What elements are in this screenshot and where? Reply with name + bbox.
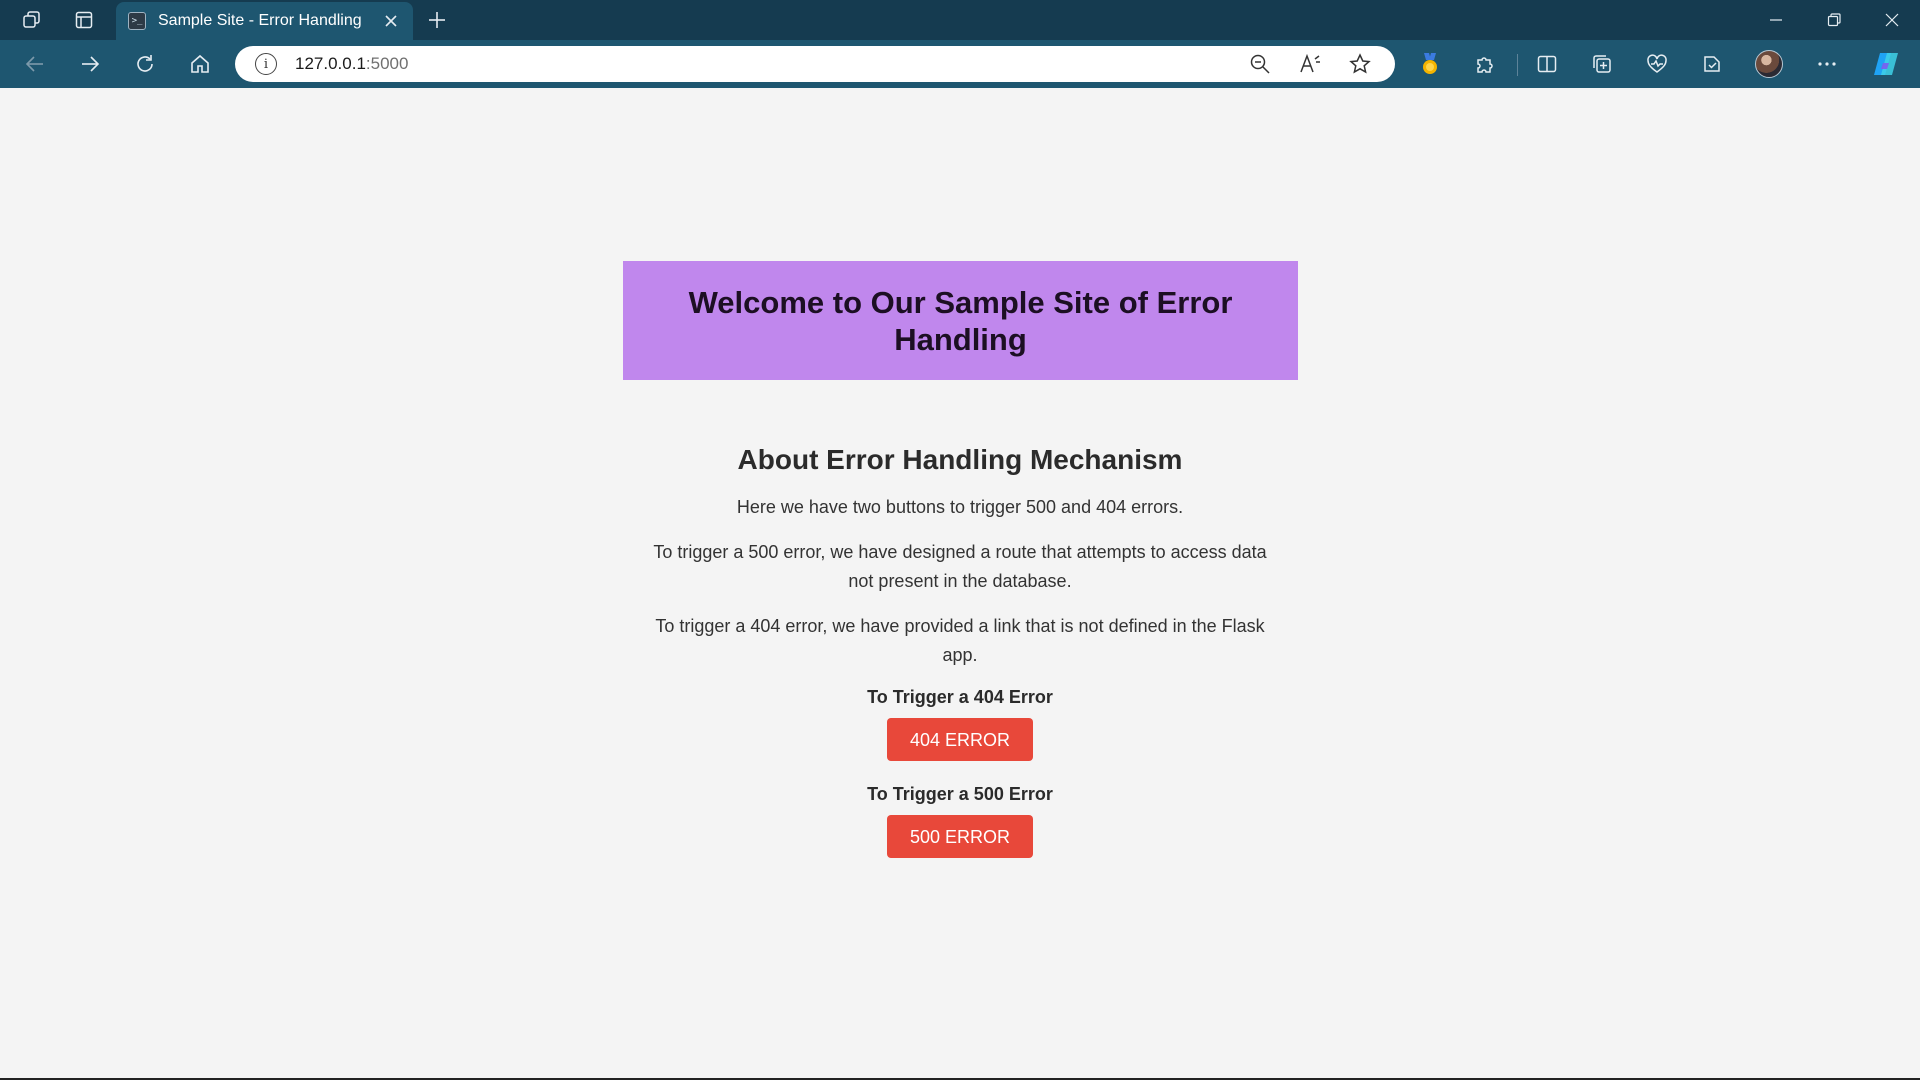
info-icon[interactable]: i xyxy=(255,53,277,75)
more-dots-icon xyxy=(1818,62,1836,66)
collections-icon xyxy=(1593,55,1611,73)
error-404-button[interactable]: 404 ERROR xyxy=(887,718,1033,761)
more-button[interactable] xyxy=(1805,44,1849,84)
avatar xyxy=(1755,50,1783,78)
trigger-404-label: To Trigger a 404 Error xyxy=(867,687,1053,707)
workspaces-icon[interactable] xyxy=(4,0,60,40)
terminal-favicon-icon: >_ xyxy=(128,12,146,30)
plus-icon xyxy=(429,12,445,28)
zoom-out-icon[interactable] xyxy=(1235,46,1285,82)
home-button[interactable] xyxy=(180,44,220,84)
heart-pulse-icon xyxy=(1647,54,1667,73)
url-port: :5000 xyxy=(365,54,409,73)
about-section: About Error Handling Mechanism Here we h… xyxy=(640,443,1280,880)
page-content: Welcome to Our Sample Site of Error Hand… xyxy=(0,88,1920,1078)
collections-button[interactable] xyxy=(1580,44,1624,84)
medal-icon xyxy=(1423,53,1437,74)
rewards-button[interactable] xyxy=(1408,44,1452,84)
home-icon xyxy=(191,54,209,73)
section-title: About Error Handling Mechanism xyxy=(737,444,1183,475)
tab-active[interactable]: >_ Sample Site - Error Handling xyxy=(116,2,413,40)
close-icon[interactable] xyxy=(379,9,403,33)
forward-arrow-icon xyxy=(82,56,100,72)
back-arrow-icon xyxy=(25,56,43,72)
profile-button[interactable] xyxy=(1747,44,1791,84)
split-screen-button[interactable] xyxy=(1525,44,1569,84)
split-screen-icon xyxy=(1537,55,1557,73)
minimize-icon xyxy=(1770,19,1782,21)
browser-toolbar: i 127.0.0.1:5000 xyxy=(0,40,1920,88)
new-tab-button[interactable] xyxy=(420,4,454,36)
error-500-description: To trigger a 500 error, we have designed… xyxy=(653,542,1267,591)
refresh-icon xyxy=(137,55,153,72)
url-host: 127.0.0.1 xyxy=(295,54,366,73)
shield-check-icon xyxy=(1704,56,1720,72)
tab-title: Sample Site - Error Handling xyxy=(158,12,362,29)
back-button[interactable] xyxy=(15,44,55,84)
trigger-500-label: To Trigger a 500 Error xyxy=(867,784,1053,804)
address-bar-actions xyxy=(1235,46,1385,82)
extensions-button[interactable] xyxy=(1463,44,1507,84)
close-window-icon xyxy=(1885,13,1899,27)
puzzle-icon xyxy=(1477,57,1493,73)
page-title: Welcome to Our Sample Site of Error Hand… xyxy=(688,284,1233,357)
restore-icon xyxy=(1827,13,1841,27)
star-icon[interactable] xyxy=(1335,46,1385,82)
tab-actions-icon[interactable] xyxy=(56,0,112,40)
minimize-button[interactable] xyxy=(1748,0,1804,40)
tab-strip: >_ Sample Site - Error Handling xyxy=(0,0,1920,40)
address-bar[interactable]: i 127.0.0.1:5000 xyxy=(235,46,1395,82)
forward-button[interactable] xyxy=(70,44,110,84)
toolbar-separator xyxy=(1517,54,1518,76)
shield-tool-button[interactable] xyxy=(1690,44,1734,84)
close-window-button[interactable] xyxy=(1864,0,1920,40)
copilot-icon xyxy=(1874,53,1898,75)
read-aloud-icon[interactable] xyxy=(1285,46,1335,82)
copilot-button[interactable] xyxy=(1864,44,1908,84)
restore-button[interactable] xyxy=(1806,0,1862,40)
error-500-button[interactable]: 500 ERROR xyxy=(887,815,1033,858)
intro-paragraph: Here we have two buttons to trigger 500 … xyxy=(736,497,1184,517)
hero-banner: Welcome to Our Sample Site of Error Hand… xyxy=(623,261,1298,380)
error-404-description: To trigger a 404 error, we have provided… xyxy=(655,616,1265,665)
browser-essentials-button[interactable] xyxy=(1635,44,1679,84)
refresh-button[interactable] xyxy=(125,44,165,84)
